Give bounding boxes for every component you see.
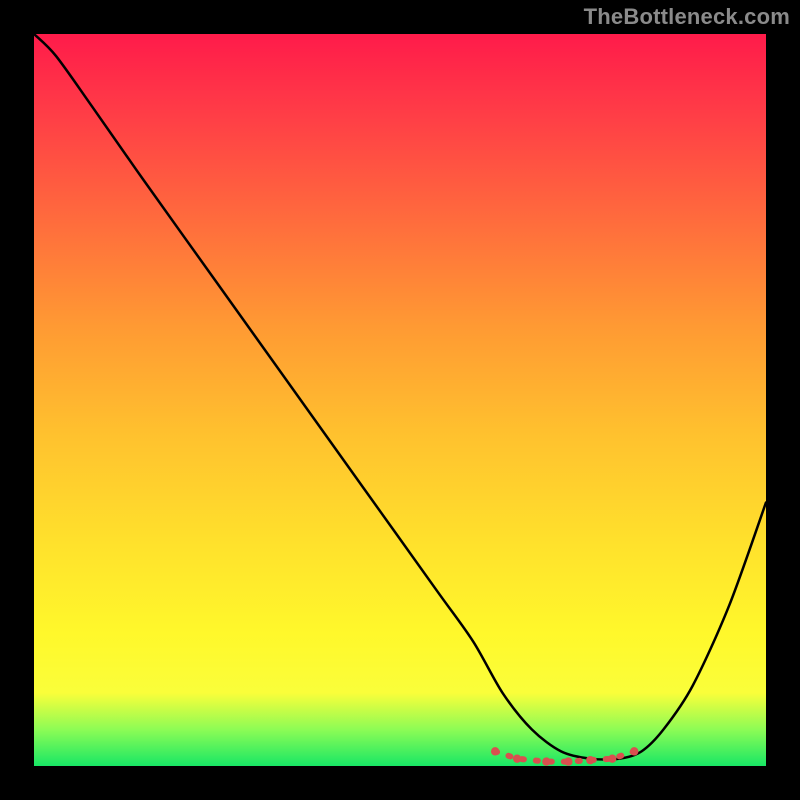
- watermark-label: TheBottleneck.com: [584, 4, 790, 30]
- threshold-marker: [564, 757, 572, 765]
- threshold-marker: [491, 747, 499, 755]
- threshold-marker: [586, 756, 594, 764]
- bottleneck-curve: [34, 34, 766, 760]
- chart-stage: TheBottleneck.com: [0, 0, 800, 800]
- threshold-marker: [608, 754, 616, 762]
- threshold-marker: [630, 747, 638, 755]
- threshold-markers: [491, 747, 638, 766]
- curve-overlay: [34, 34, 766, 766]
- threshold-marker: [542, 757, 550, 765]
- plot-area: [34, 34, 766, 766]
- threshold-marker: [513, 754, 521, 762]
